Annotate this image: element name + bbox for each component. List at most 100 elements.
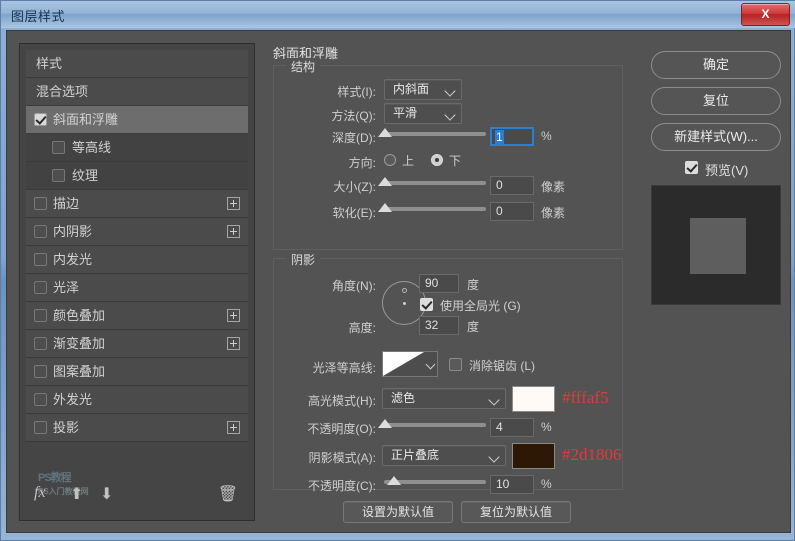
shadow-mode-select[interactable]: 正片叠底	[382, 445, 506, 466]
shadow-opacity-slider-thumb[interactable]	[387, 476, 401, 485]
size-slider-track[interactable]	[384, 181, 486, 185]
sidebar-item-7[interactable]: 内发光	[26, 246, 248, 274]
fx-icon[interactable]: fx	[34, 484, 46, 502]
sidebar-item-10[interactable]: 渐变叠加	[26, 330, 248, 358]
angle-input[interactable]: 90	[419, 274, 459, 293]
altitude-unit: 度	[467, 320, 480, 334]
size-input[interactable]: 0	[490, 176, 534, 195]
chevron-down-icon	[425, 359, 436, 370]
soften-slider-track[interactable]	[384, 207, 486, 211]
altitude-input[interactable]: 32	[419, 316, 459, 335]
sidebar-item-11[interactable]: 图案叠加	[26, 358, 248, 386]
highlight-mode-select[interactable]: 滤色	[382, 388, 506, 409]
style-select[interactable]: 内斜面	[384, 79, 462, 100]
depth-unit: %	[541, 129, 552, 143]
highlight-opacity-slider-track[interactable]	[384, 423, 486, 427]
sidebar-item-add-icon[interactable]	[227, 309, 240, 322]
sidebar-item-checkbox[interactable]	[34, 253, 47, 266]
window-title: 图层样式	[11, 9, 66, 24]
shadow-opacity-label: 不透明度(C):	[308, 479, 376, 493]
reset-button[interactable]: 复位	[651, 87, 781, 115]
sidebar-item-add-icon[interactable]	[227, 337, 240, 350]
effects-sidebar: 样式 混合选项斜面和浮雕等高线纹理描边内阴影内发光 光泽颜色叠加渐变叠加 图案叠加外发…	[19, 43, 255, 521]
bevel-emboss-panel: 斜面和浮雕 结构 样式(I): 内斜面 方法(Q): 平滑 深度(D): 1 %…	[265, 43, 631, 523]
sidebar-item-0[interactable]: 样式	[26, 50, 248, 78]
altitude-label: 高度:	[348, 321, 376, 335]
soften-label: 软化(E):	[332, 206, 376, 220]
sidebar-item-label: 纹理	[72, 168, 99, 183]
sidebar-item-add-icon[interactable]	[227, 421, 240, 434]
sidebar-item-checkbox[interactable]	[34, 225, 47, 238]
antialias-checkbox[interactable]	[449, 358, 462, 371]
sidebar-item-checkbox[interactable]	[34, 197, 47, 210]
direction-down-radio[interactable]	[431, 154, 443, 166]
preview-checkbox[interactable]	[685, 161, 698, 174]
sidebar-item-4[interactable]: 纹理	[26, 162, 248, 190]
preview-pane	[651, 185, 781, 305]
size-label: 大小(Z):	[333, 180, 376, 194]
arrow-up-icon[interactable]: ⬆	[70, 484, 83, 504]
set-default-button[interactable]: 设置为默认值	[343, 501, 453, 523]
contour-curve-icon	[383, 352, 424, 376]
ok-button[interactable]: 确定	[651, 51, 781, 79]
sidebar-item-checkbox[interactable]	[34, 337, 47, 350]
shadow-opacity-value: 10	[496, 477, 510, 491]
sidebar-item-5[interactable]: 描边	[26, 190, 248, 218]
sidebar-item-6[interactable]: 内阴影	[26, 218, 248, 246]
depth-label: 深度(D):	[332, 131, 376, 145]
gloss-contour-dropdown[interactable]	[424, 351, 438, 377]
title-bar: 图层样式 X	[1, 1, 795, 28]
shadow-opacity-input[interactable]: 10	[490, 475, 534, 494]
highlight-opacity-slider-thumb[interactable]	[378, 419, 392, 428]
sidebar-item-checkbox[interactable]	[34, 309, 47, 322]
sidebar-item-checkbox[interactable]	[34, 421, 47, 434]
sidebar-item-9[interactable]: 颜色叠加	[26, 302, 248, 330]
sidebar-item-label: 斜面和浮雕	[53, 112, 119, 127]
new-style-button[interactable]: 新建样式(W)...	[651, 123, 781, 151]
sidebar-item-add-icon[interactable]	[227, 197, 240, 210]
depth-slider-track[interactable]	[384, 132, 486, 136]
angle-label: 角度(N):	[332, 279, 376, 293]
shading-legend: 阴影	[286, 251, 321, 268]
sidebar-item-checkbox[interactable]	[52, 141, 65, 154]
sidebar-item-checkbox[interactable]	[34, 281, 47, 294]
technique-label: 方法(Q):	[331, 109, 376, 123]
sidebar-item-checkbox[interactable]	[34, 365, 47, 378]
structure-group: 结构 样式(I): 内斜面 方法(Q): 平滑 深度(D): 1 % 方向: 上…	[273, 58, 623, 250]
preview-label: 预览(V)	[705, 163, 749, 178]
depth-slider-thumb[interactable]	[378, 128, 392, 137]
direction-up-radio[interactable]	[384, 154, 396, 166]
highlight-opacity-input[interactable]: 4	[490, 418, 534, 437]
soften-input[interactable]: 0	[490, 202, 534, 221]
depth-input-value: 1	[495, 130, 504, 144]
gloss-contour-swatch[interactable]	[382, 351, 425, 377]
trash-icon[interactable]: 🗑	[218, 484, 238, 504]
sidebar-item-1[interactable]: 混合选项	[26, 78, 248, 106]
arrow-down-icon[interactable]: ⬇	[100, 484, 113, 504]
highlight-opacity-value: 4	[496, 420, 503, 434]
depth-input[interactable]: 1	[490, 127, 534, 146]
technique-select[interactable]: 平滑	[384, 103, 462, 124]
sidebar-item-13[interactable]: 投影	[26, 414, 248, 442]
reset-default-button[interactable]: 复位为默认值	[461, 501, 571, 523]
sidebar-item-add-icon[interactable]	[227, 225, 240, 238]
global-light-checkbox[interactable]	[420, 298, 433, 311]
sidebar-item-label: 颜色叠加	[53, 308, 106, 323]
sidebar-item-2[interactable]: 斜面和浮雕	[26, 106, 248, 134]
sidebar-item-12[interactable]: 外发光	[26, 386, 248, 414]
soften-slider-thumb[interactable]	[378, 203, 392, 212]
sidebar-item-label: 外发光	[53, 392, 93, 407]
sidebar-item-8[interactable]: 光泽	[26, 274, 248, 302]
sidebar-item-checkbox[interactable]	[34, 393, 47, 406]
sidebar-item-checkbox[interactable]	[52, 169, 65, 182]
direction-down-label: 下	[449, 154, 462, 168]
highlight-color-swatch[interactable]	[512, 386, 555, 412]
shadow-color-swatch[interactable]	[512, 443, 555, 469]
effects-toolbar: PS教程 PS入门教程网 fx ⬆ ⬇ 🗑	[26, 472, 248, 514]
close-button[interactable]: X	[741, 3, 790, 26]
sidebar-item-3[interactable]: 等高线	[26, 134, 248, 162]
sidebar-item-label: 内阴影	[53, 224, 93, 239]
sidebar-item-checkbox[interactable]	[34, 113, 47, 126]
size-slider-thumb[interactable]	[378, 177, 392, 186]
highlight-mode-value: 滤色	[391, 391, 416, 405]
